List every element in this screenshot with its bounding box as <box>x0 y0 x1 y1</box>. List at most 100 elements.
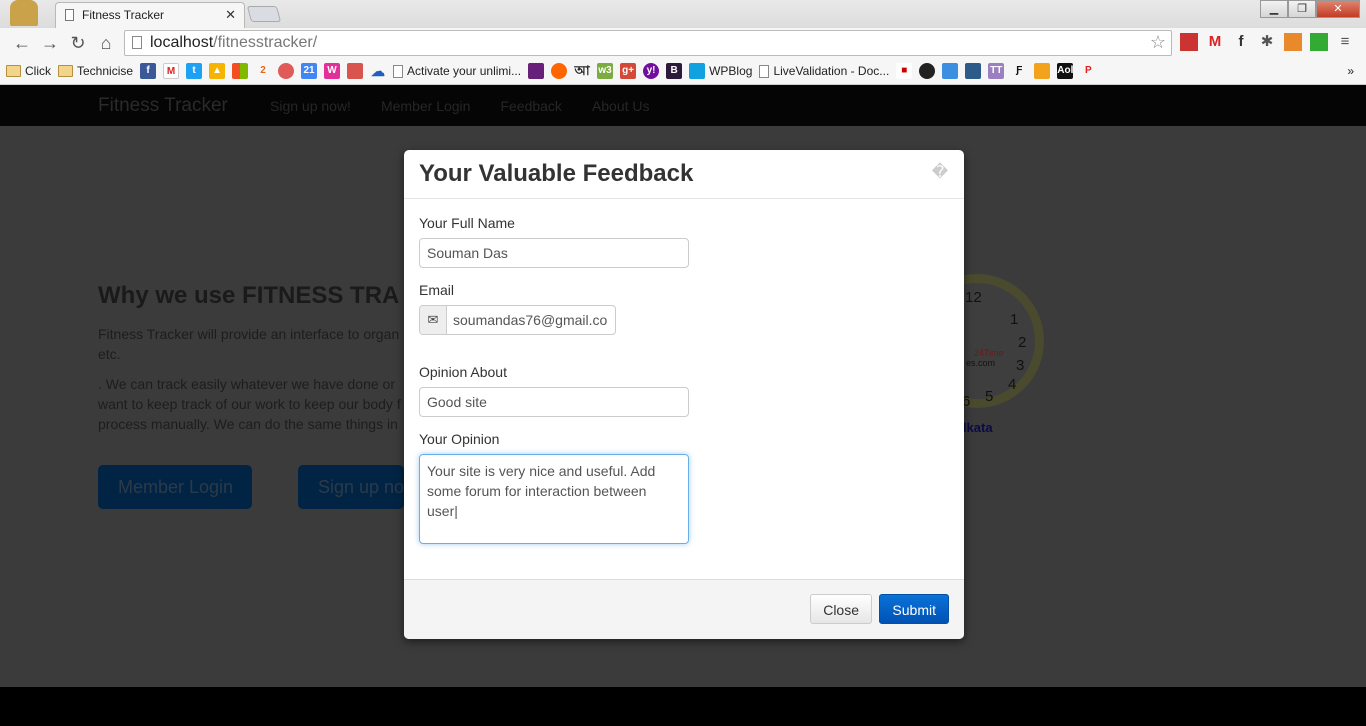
windows-icon <box>689 63 706 79</box>
folder-icon <box>58 65 73 77</box>
browser-tab[interactable]: Fitness Tracker ✕ <box>55 2 245 28</box>
bug-icon[interactable]: ✱ <box>1258 33 1276 51</box>
nav-signup[interactable]: Sign up now! <box>270 98 351 114</box>
gmail-icon[interactable]: M <box>1206 33 1224 51</box>
microsoft-icon[interactable] <box>232 63 249 79</box>
nav-member-login[interactable]: Member Login <box>381 98 471 114</box>
facebook-icon[interactable]: f <box>140 63 157 79</box>
bucket-icon[interactable] <box>965 63 982 79</box>
bookmark-activate[interactable]: Activate your unlimi... <box>393 64 521 78</box>
email-label: Email <box>419 282 455 298</box>
site-footer <box>0 687 1366 726</box>
extension-red-icon[interactable] <box>347 63 364 79</box>
p-icon[interactable]: P <box>1080 63 1096 79</box>
hero-paragraph-2: . We can track easily whatever we have d… <box>98 376 401 432</box>
tt-icon[interactable]: TT <box>988 63 1005 79</box>
hero-paragraph-1: Fitness Tracker will provide an interfac… <box>98 326 400 362</box>
bookmark-wpblog[interactable]: WPBlog <box>689 63 752 79</box>
back-icon[interactable]: ← <box>8 33 36 54</box>
facebook-icon[interactable]: f <box>1232 33 1250 51</box>
page-icon <box>759 64 770 78</box>
google-plus-icon[interactable]: g+ <box>620 63 637 79</box>
nav-about[interactable]: About Us <box>592 98 650 114</box>
bookmark-livevalidation[interactable]: LiveValidation - Doc... <box>759 64 889 78</box>
hero-signup-button[interactable]: Sign up no <box>298 465 404 509</box>
opinion-about-input[interactable]: Good site <box>419 387 689 417</box>
mascot-icon[interactable] <box>278 63 295 79</box>
clock-number: 1 <box>1010 311 1019 328</box>
home-icon[interactable]: ⌂ <box>92 33 120 54</box>
bookmarks-overflow-button[interactable]: » <box>1347 64 1354 78</box>
w3-icon[interactable]: w3 <box>597 63 614 79</box>
clock-brand-domain: es.com <box>966 358 996 368</box>
bookmark-star-icon[interactable]: ☆ <box>1150 32 1166 53</box>
clock-number: 2 <box>1018 334 1027 351</box>
url-host: localhost <box>150 34 214 51</box>
clock-number: 3 <box>1016 357 1025 374</box>
ff-icon[interactable]: Ƒ <box>1011 63 1027 79</box>
restore-button[interactable]: ❐ <box>1288 0 1316 18</box>
modal-title: Your Valuable Feedback <box>419 160 694 187</box>
clock-number: 12 <box>965 289 982 306</box>
wamp-icon[interactable]: W <box>324 63 341 79</box>
github-icon[interactable] <box>919 63 936 79</box>
extension-bookmark-icon[interactable] <box>1180 33 1198 51</box>
windows-store-icon[interactable] <box>528 63 545 79</box>
url-path: /fitnesstracker/ <box>213 34 318 51</box>
name-label: Your Full Name <box>419 215 515 231</box>
nav-feedback[interactable]: Feedback <box>500 98 561 114</box>
calendar-icon[interactable]: 21 <box>301 63 318 79</box>
page-icon <box>65 9 74 21</box>
onedrive-icon[interactable]: ☁ <box>370 63 386 79</box>
window-close-button[interactable]: ✕ <box>1316 0 1360 18</box>
tab-close-icon[interactable]: ✕ <box>225 7 236 23</box>
email-input[interactable]: soumandas76@gmail.co <box>447 306 613 334</box>
envelope-icon: ✉ <box>420 306 447 334</box>
bookmark-folder-technicise[interactable]: Technicise <box>58 64 133 78</box>
extension-green-icon[interactable] <box>1310 33 1328 51</box>
browser-profile-icon[interactable] <box>10 0 38 26</box>
page-icon <box>393 64 404 78</box>
reload-icon[interactable]: ↻ <box>64 33 92 54</box>
new-tab-button[interactable] <box>246 6 282 22</box>
drive-icon[interactable]: ▲ <box>209 63 226 79</box>
forward-icon[interactable]: → <box>36 33 64 54</box>
extension-blue-icon[interactable] <box>942 63 959 79</box>
bookmark-label: WPBlog <box>709 64 753 78</box>
minimize-button[interactable]: ▁ <box>1260 0 1288 18</box>
bootstrap-icon[interactable]: B <box>666 63 683 79</box>
hero-heading: Why we use FITNESS TRA <box>98 282 400 309</box>
extension-orange-icon[interactable] <box>551 63 568 79</box>
bengali-icon[interactable]: আ <box>574 63 590 79</box>
extension-yellow-icon[interactable] <box>1034 63 1051 79</box>
hero-member-login-button[interactable]: Member Login <box>98 465 252 509</box>
browser-titlebar: Fitness Tracker ✕ ▁ ❐ ✕ <box>0 0 1366 28</box>
feedback-modal: Your Valuable Feedback � Your Full Name … <box>404 150 964 639</box>
opinion-textarea[interactable]: Your site is very nice and useful. Add so… <box>419 454 689 544</box>
bookmarks-bar: Click Technicise f M t ▲ 2 21 W ☁ Activa… <box>0 58 1366 85</box>
full-name-input[interactable]: Souman Das <box>419 238 689 268</box>
opinion-label: Your Opinion <box>419 431 500 447</box>
bookmark-folder-click[interactable]: Click <box>6 64 51 78</box>
close-button[interactable]: Close <box>810 594 872 624</box>
gmail-icon[interactable]: M <box>163 63 180 79</box>
clock-brand: 24Time <box>974 348 1004 358</box>
address-bar[interactable]: localhost/fitnesstracker/ ☆ <box>124 30 1172 56</box>
bookmark-label: Activate your unlimi... <box>407 64 522 78</box>
two-icon[interactable]: 2 <box>255 63 271 79</box>
twitter-icon[interactable]: t <box>186 63 203 79</box>
site-navbar: Fitness Tracker Sign up now! Member Logi… <box>0 85 1366 126</box>
clock-number: 4 <box>1008 376 1017 393</box>
folder-icon <box>6 65 21 77</box>
submit-button[interactable]: Submit <box>879 594 949 624</box>
rss-icon[interactable] <box>1284 33 1302 51</box>
bookmark-label: Technicise <box>77 64 134 78</box>
yahoo-icon[interactable]: y! <box>643 63 660 79</box>
menu-icon[interactable]: ≡ <box>1336 33 1354 51</box>
site-brand[interactable]: Fitness Tracker <box>98 95 228 117</box>
modal-close-icon[interactable]: � <box>930 162 950 182</box>
aol-icon[interactable]: Aol <box>1057 63 1073 79</box>
email-input-group: ✉ soumandas76@gmail.co <box>419 305 616 335</box>
opinion-about-label: Opinion About <box>419 364 507 380</box>
train-icon[interactable]: ■ <box>896 63 913 79</box>
